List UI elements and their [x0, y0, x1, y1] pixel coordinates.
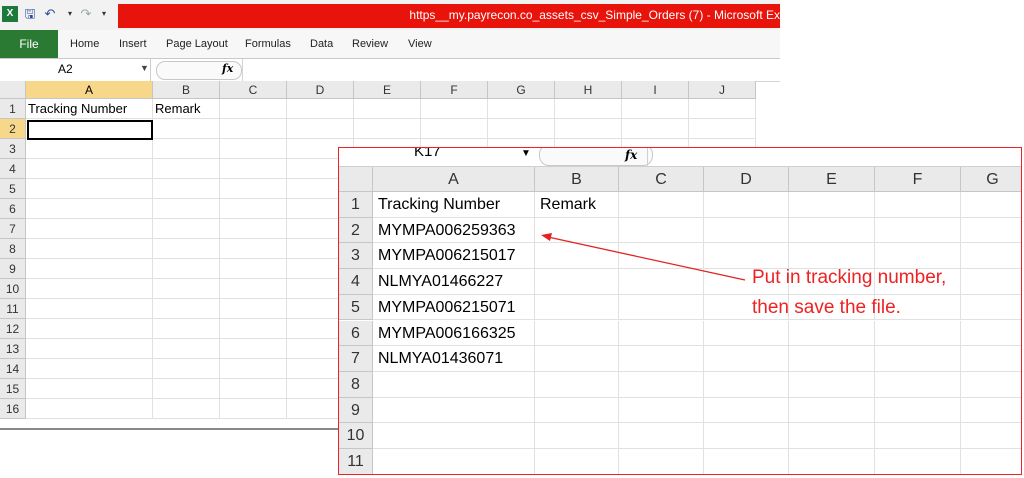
annotation-arrow-line	[547, 236, 746, 281]
annotation-line-2: then save the file.	[752, 297, 901, 318]
annotation-arrow-head	[541, 233, 552, 241]
annotation-line-1: Put in tracking number,	[752, 267, 947, 288]
annotation-arrow	[541, 233, 746, 281]
annotation-text: Put in tracking number, then save the fi…	[752, 263, 946, 323]
